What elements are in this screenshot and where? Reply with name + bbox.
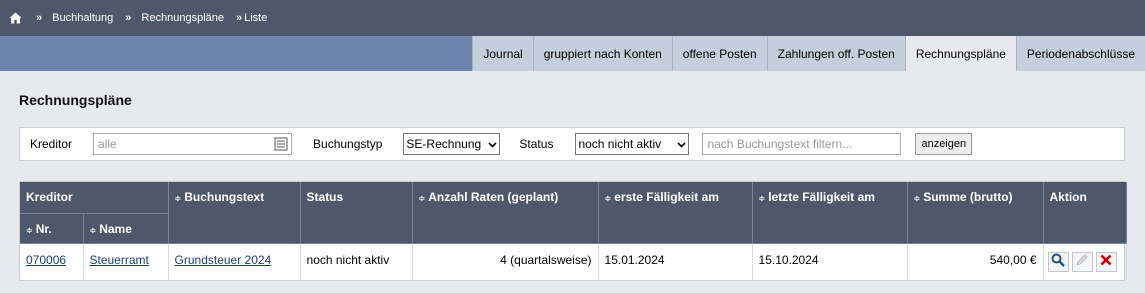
table-row: 070006 Steuerramt Grundsteuer 2024 noch …: [20, 243, 1127, 280]
breadcrumb-separator: »: [36, 12, 43, 24]
column-header-label: erste Fälligkeit am: [614, 190, 719, 204]
cell-letzte-faelligkeit: 15.10.2024: [752, 243, 908, 280]
cell-name: Steuerramt: [83, 243, 169, 280]
anzeigen-button[interactable]: anzeigen: [915, 133, 973, 155]
breadcrumb-separator: »: [236, 12, 243, 24]
column-header-letzte-faelligkeit[interactable]: ≑ letzte Fälligkeit am: [752, 182, 908, 244]
breadcrumb-item-buchhaltung[interactable]: Buchhaltung: [52, 12, 113, 24]
column-header-buchungstext[interactable]: ≑ Buchungstext: [168, 182, 301, 244]
column-header-label: letzte Fälligkeit am: [768, 190, 875, 204]
sort-icon: ≑: [758, 194, 766, 203]
list-picker-icon[interactable]: [274, 137, 288, 154]
kreditor-field-wrap: [93, 133, 293, 155]
buchungstext-link[interactable]: Grundsteuer 2024: [175, 253, 272, 267]
cell-aktion: [1043, 243, 1127, 280]
cell-erste-faelligkeit: 15.01.2024: [598, 243, 753, 280]
column-header-label: Summe (brutto): [923, 190, 1013, 204]
breadcrumb-separator: »: [125, 12, 132, 24]
tab-gruppiert-nach-konten[interactable]: gruppiert nach Konten: [532, 36, 672, 71]
column-group-kreditor: Kreditor: [20, 182, 169, 214]
cell-status: noch nicht aktiv: [300, 243, 413, 280]
status-select[interactable]: noch nicht aktiv: [575, 133, 690, 155]
magnifier-icon: [1051, 253, 1065, 270]
sort-icon: ≑: [89, 225, 97, 235]
cell-raten: 4 (quartalsweise): [412, 243, 599, 280]
column-header-label: Name: [99, 221, 132, 236]
tab-offene-posten[interactable]: offene Posten: [671, 36, 767, 71]
sort-icon: ≑: [174, 194, 182, 203]
sort-icon: ≑: [913, 194, 921, 203]
kreditor-nr-link[interactable]: 070006: [26, 253, 66, 267]
sort-icon: ≑: [418, 194, 426, 203]
tab-periodenabschluesse[interactable]: Periodenabschlüsse: [1015, 36, 1145, 71]
breadcrumb-item-rechnungsplaene[interactable]: Rechnungspläne: [141, 12, 224, 24]
column-header-aktion: Aktion: [1043, 182, 1127, 244]
chevron-down-icon: [677, 137, 687, 151]
home-icon[interactable]: [8, 11, 22, 25]
column-header-label: Nr.: [35, 221, 52, 236]
rechnungsplaene-table: Kreditor ≑ Buchungstext Status ≑ Anzahl Ra…: [19, 181, 1127, 281]
buchungstext-search-input[interactable]: [702, 133, 902, 155]
delete-x-icon: [1100, 254, 1112, 269]
buchungstyp-label: Buchungstyp: [313, 137, 383, 151]
tab-rechnungsplaene[interactable]: Rechnungspläne: [904, 36, 1016, 71]
column-header-name[interactable]: ≑ Name: [83, 213, 169, 244]
column-header-raten[interactable]: ≑ Anzahl Raten (geplant): [412, 182, 599, 244]
view-button[interactable]: [1047, 251, 1069, 272]
status-value: noch nicht aktiv: [578, 137, 662, 151]
kreditor-label: Kreditor: [30, 137, 73, 151]
kreditor-input[interactable]: [93, 133, 293, 155]
pencil-icon: [1075, 253, 1089, 270]
sort-icon: ≑: [26, 225, 33, 235]
column-header-label: Anzahl Raten (geplant): [428, 190, 559, 204]
cell-summe: 540,00 €: [907, 243, 1044, 280]
column-header-nr[interactable]: ≑ Nr.: [20, 213, 84, 244]
edit-button[interactable]: [1071, 251, 1093, 272]
column-header-summe[interactable]: ≑ Summe (brutto): [907, 182, 1044, 244]
column-header-status[interactable]: Status: [300, 182, 413, 244]
status-label: Status: [519, 137, 554, 151]
buchungstyp-select[interactable]: SE-Rechnung: [403, 133, 501, 155]
sort-icon: ≑: [604, 194, 612, 203]
tab-bar: Journal gruppiert nach Konten offene Pos…: [0, 36, 1145, 71]
column-header-label: Buchungstext: [184, 190, 265, 204]
delete-button[interactable]: [1095, 251, 1117, 272]
tab-zahlungen-off-posten[interactable]: Zahlungen off. Posten: [766, 36, 905, 71]
filter-bar: Kreditor Buchungstyp SE-Rechnung Status …: [19, 127, 1125, 161]
cell-buchungstext: Grundsteuer 2024: [168, 243, 301, 280]
breadcrumb: » Buchhaltung » Rechnungspläne » Liste: [0, 0, 1145, 36]
column-header-erste-faelligkeit[interactable]: ≑ erste Fälligkeit am: [598, 182, 753, 244]
cell-nr: 070006: [20, 243, 84, 280]
kreditor-name-link[interactable]: Steuerramt: [90, 253, 149, 267]
buchungstyp-value: SE-Rechnung: [406, 137, 482, 151]
page-title: Rechnungspläne: [19, 92, 132, 108]
tab-journal[interactable]: Journal: [472, 36, 533, 71]
chevron-down-icon: [488, 137, 497, 151]
breadcrumb-item-liste: Liste: [244, 12, 268, 24]
